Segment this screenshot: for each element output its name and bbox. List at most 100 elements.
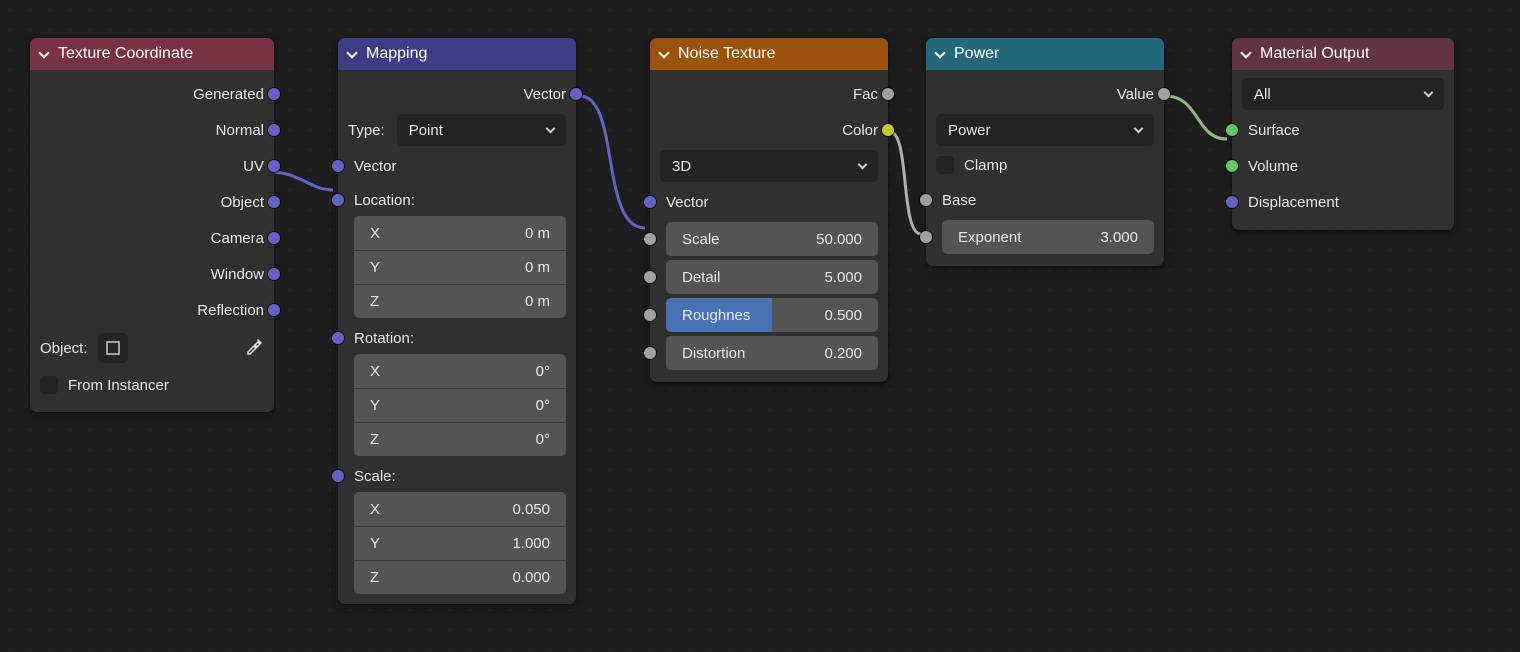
clamp-checkbox[interactable] xyxy=(936,156,954,174)
node-material-output[interactable]: Material Output All Surface Volume Displ… xyxy=(1232,38,1454,230)
operation-value: Power xyxy=(948,122,991,139)
output-reflection: Reflection xyxy=(197,302,264,319)
socket-scale[interactable] xyxy=(332,470,344,482)
input-surface: Surface xyxy=(1248,122,1300,139)
node-power[interactable]: Power Value Power Clamp Base Exponent3.0… xyxy=(926,38,1164,266)
socket-uv[interactable] xyxy=(268,160,280,172)
scale-y[interactable]: Y1.000 xyxy=(354,526,566,560)
input-displacement: Displacement xyxy=(1248,194,1339,211)
socket-color[interactable] xyxy=(882,124,894,136)
object-selector[interactable] xyxy=(98,333,128,363)
node-title: Mapping xyxy=(366,45,427,63)
eyedropper-button[interactable] xyxy=(244,336,264,360)
rotation-x[interactable]: X0° xyxy=(354,354,566,388)
target-value: All xyxy=(1254,86,1271,103)
socket-camera[interactable] xyxy=(268,232,280,244)
socket-vector-in[interactable] xyxy=(644,196,656,208)
dimensions-value: 3D xyxy=(672,158,691,175)
chevron-down-icon xyxy=(934,47,945,58)
operation-dropdown[interactable]: Power xyxy=(936,114,1154,146)
node-header[interactable]: Noise Texture xyxy=(650,38,888,70)
node-header[interactable]: Texture Coordinate xyxy=(30,38,274,70)
from-instancer-label: From Instancer xyxy=(68,377,169,394)
from-instancer-checkbox[interactable] xyxy=(40,376,58,394)
socket-normal[interactable] xyxy=(268,124,280,136)
node-title: Texture Coordinate xyxy=(58,45,193,63)
scale-x[interactable]: X0.050 xyxy=(354,492,566,526)
scale-label: Scale: xyxy=(354,468,396,485)
socket-value[interactable] xyxy=(1158,88,1170,100)
output-generated: Generated xyxy=(193,86,264,103)
socket-displacement[interactable] xyxy=(1226,196,1238,208)
node-mapping[interactable]: Mapping Vector Type: Point Vector Locati… xyxy=(338,38,576,604)
object-data-icon xyxy=(105,340,121,356)
scale-z[interactable]: Z0.000 xyxy=(354,560,566,594)
socket-volume[interactable] xyxy=(1226,160,1238,172)
node-title: Material Output xyxy=(1260,45,1369,63)
socket-exponent[interactable] xyxy=(920,231,932,243)
chevron-down-icon xyxy=(1424,88,1434,98)
eyedropper-icon xyxy=(244,336,264,356)
node-texture-coordinate[interactable]: Texture Coordinate Generated Normal UV O… xyxy=(30,38,274,412)
socket-fac[interactable] xyxy=(882,88,894,100)
output-window: Window xyxy=(211,266,264,283)
object-label: Object: xyxy=(40,340,88,357)
rotation-z[interactable]: Z0° xyxy=(354,422,566,456)
chevron-down-icon xyxy=(1240,47,1251,58)
socket-reflection[interactable] xyxy=(268,304,280,316)
chevron-down-icon xyxy=(658,47,669,58)
output-value: Value xyxy=(1117,86,1154,103)
detail-field[interactable]: Detail5.000 xyxy=(666,260,878,294)
distortion-field[interactable]: Distortion0.200 xyxy=(666,336,878,370)
input-vector: Vector xyxy=(666,194,709,211)
type-dropdown[interactable]: Point xyxy=(397,114,566,146)
rotation-y[interactable]: Y0° xyxy=(354,388,566,422)
scale-field[interactable]: Scale50.000 xyxy=(666,222,878,256)
roughness-field[interactable]: Roughnes0.500 xyxy=(666,298,878,332)
chevron-down-icon xyxy=(346,47,357,58)
socket-roughness[interactable] xyxy=(644,309,656,321)
node-noise-texture[interactable]: Noise Texture Fac Color 3D Vector Scale5… xyxy=(650,38,888,382)
node-header[interactable]: Mapping xyxy=(338,38,576,70)
output-fac: Fac xyxy=(853,86,878,103)
socket-vector-out[interactable] xyxy=(570,88,582,100)
output-object: Object xyxy=(221,194,264,211)
node-title: Power xyxy=(954,45,999,63)
output-color: Color xyxy=(842,122,878,139)
type-value: Point xyxy=(409,122,443,139)
input-base: Base xyxy=(942,192,976,209)
clamp-label: Clamp xyxy=(964,157,1007,174)
chevron-down-icon xyxy=(858,160,868,170)
node-header[interactable]: Power xyxy=(926,38,1164,70)
node-title: Noise Texture xyxy=(678,45,776,63)
input-volume: Volume xyxy=(1248,158,1298,175)
rotation-label: Rotation: xyxy=(354,330,414,347)
output-uv: UV xyxy=(243,158,264,175)
location-y[interactable]: Y0 m xyxy=(354,250,566,284)
output-camera: Camera xyxy=(211,230,264,247)
dimensions-dropdown[interactable]: 3D xyxy=(660,150,878,182)
input-vector: Vector xyxy=(354,158,397,175)
chevron-down-icon xyxy=(546,124,556,134)
socket-surface[interactable] xyxy=(1226,124,1238,136)
socket-detail[interactable] xyxy=(644,271,656,283)
socket-generated[interactable] xyxy=(268,88,280,100)
output-vector: Vector xyxy=(523,86,566,103)
socket-rotation[interactable] xyxy=(332,332,344,344)
socket-distortion[interactable] xyxy=(644,347,656,359)
socket-scale[interactable] xyxy=(644,233,656,245)
location-label: Location: xyxy=(354,192,415,209)
socket-window[interactable] xyxy=(268,268,280,280)
target-dropdown[interactable]: All xyxy=(1242,78,1444,110)
node-header[interactable]: Material Output xyxy=(1232,38,1454,70)
exponent-field[interactable]: Exponent3.000 xyxy=(942,220,1154,254)
type-label: Type: xyxy=(348,122,385,139)
chevron-down-icon xyxy=(38,47,49,58)
output-normal: Normal xyxy=(216,122,264,139)
location-z[interactable]: Z0 m xyxy=(354,284,566,318)
socket-base[interactable] xyxy=(920,194,932,206)
socket-object[interactable] xyxy=(268,196,280,208)
socket-location[interactable] xyxy=(332,194,344,206)
socket-vector-in[interactable] xyxy=(332,160,344,172)
location-x[interactable]: X0 m xyxy=(354,216,566,250)
